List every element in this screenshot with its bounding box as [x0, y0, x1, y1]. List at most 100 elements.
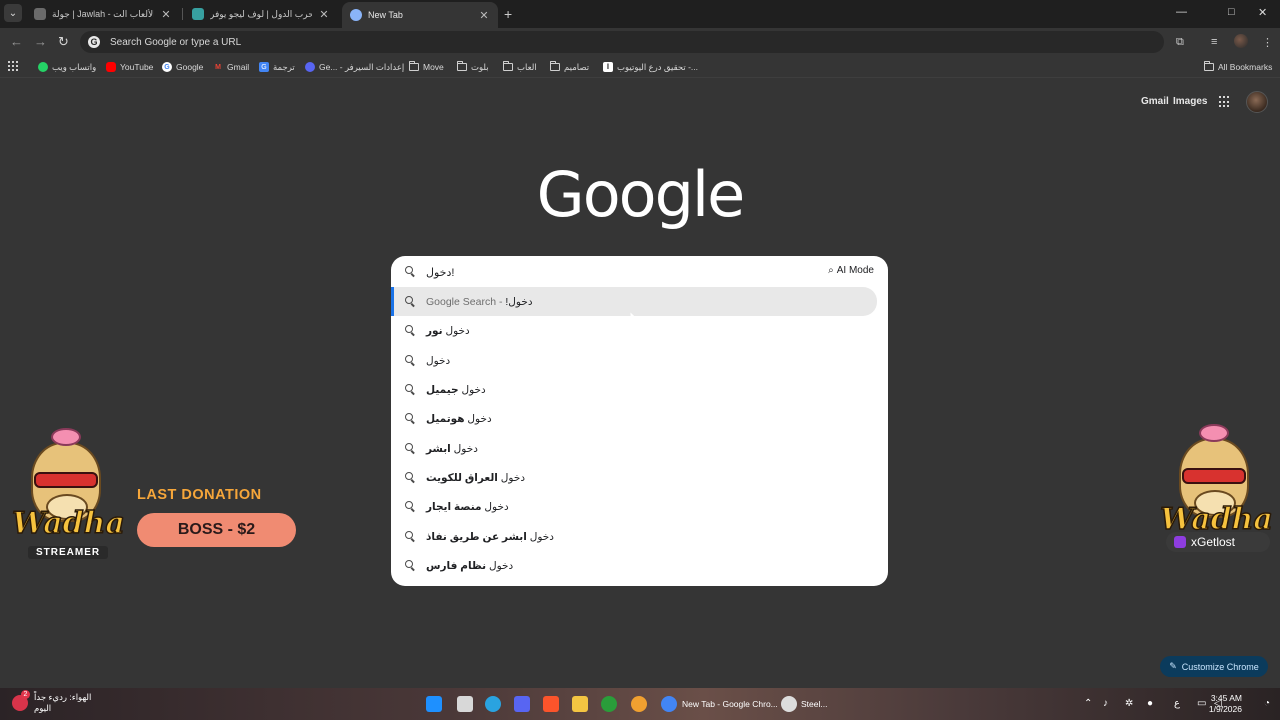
suggestion-text: دخول منصة ايجار: [426, 501, 509, 513]
bookmark-google[interactable]: G Google: [162, 60, 203, 74]
window-close-icon[interactable]: ✕: [1258, 6, 1267, 19]
new-tab-plus-icon[interactable]: +: [504, 6, 512, 22]
bookmark-label: YouTube: [120, 62, 154, 72]
suggestion-item[interactable]: دخول هوتميل: [391, 404, 888, 433]
tab-title: New Tab: [368, 10, 403, 20]
tab-new-tab[interactable]: New Tab ✕: [342, 2, 498, 28]
bookmark-label: تصاميم: [564, 61, 590, 72]
search-icon: [405, 443, 416, 454]
suggestion-bold: هوتميل: [426, 413, 465, 425]
suggestion-item[interactable]: دخول جيميل: [391, 375, 888, 404]
bookmark-discord-settings[interactable]: Ge... - إعدادات السيرفر: [305, 60, 404, 74]
bookmark-label: بلوت: [471, 61, 489, 72]
address-bar[interactable]: G Search Google or type a URL: [80, 31, 1164, 53]
suggestion-bold: ابشر عن طريق نفاذ: [426, 531, 527, 543]
suggestion-item[interactable]: دخول العراق للكويت: [391, 463, 888, 492]
suggestion-prefix: دخول: [464, 413, 492, 425]
language-indicator[interactable]: ع: [1174, 698, 1180, 709]
apps-grid-icon[interactable]: [8, 61, 18, 71]
tray-overflow-chevron-icon[interactable]: ⌃: [1084, 698, 1092, 709]
brave-icon[interactable]: [543, 696, 559, 712]
images-link[interactable]: Images: [1173, 96, 1207, 107]
suggestion-text: دخول! - Google Search: [426, 296, 533, 308]
suggestion-item[interactable]: دخول نظام فارس: [391, 551, 888, 580]
xgetlost-icon: [1174, 536, 1186, 548]
suggestion-item[interactable]: دخول ابشر عن طريق نفاذ: [391, 522, 888, 551]
bookmark-translate[interactable]: G ترجمة: [259, 60, 295, 74]
reload-icon[interactable]: ↻: [58, 34, 69, 50]
suggestion-prefix: دخول: [458, 384, 486, 396]
suggestion-bold: ابشر: [426, 443, 451, 455]
gmail-link[interactable]: Gmail: [1141, 96, 1169, 107]
suggestion-item[interactable]: دخول: [391, 346, 888, 375]
ai-mode-button[interactable]: ⌕ AI Mode: [828, 265, 874, 276]
chrome-icon[interactable]: [661, 696, 677, 712]
extensions-icon[interactable]: ⧉: [1176, 36, 1184, 49]
bookmark-youtube[interactable]: YouTube: [106, 60, 153, 74]
bookmark-folder-baloot[interactable]: بلوت: [457, 60, 489, 74]
bookmark-youtube-shield[interactable]: l تحقيق درع اليوتيوب -...: [603, 60, 698, 74]
google-apps-icon[interactable]: [1219, 96, 1231, 108]
search-icon: [405, 325, 416, 336]
xgetlost-badge: xGetlost: [1166, 532, 1270, 552]
chat-app-icon[interactable]: [631, 696, 647, 712]
search-input[interactable]: دخول! ⌕ AI Mode: [391, 256, 888, 287]
tab-divider: [182, 8, 183, 20]
bookmark-label: All Bookmarks: [1218, 62, 1273, 72]
address-bar-placeholder: Search Google or type a URL: [110, 36, 242, 48]
notifications-bell-icon[interactable]: ◔: [1264, 698, 1270, 709]
account-avatar[interactable]: [1246, 91, 1268, 113]
last-donation-title: LAST DONATION: [137, 487, 262, 503]
close-icon[interactable]: ✕: [160, 8, 172, 21]
steelseries-icon[interactable]: [781, 696, 797, 712]
microphone-icon[interactable]: ●: [1147, 698, 1153, 709]
sunglasses-icon: [34, 472, 98, 488]
suggestion-prefix: دخول: [442, 325, 470, 337]
suggestion-prefix: دخول: [426, 355, 451, 367]
suggestion-prefix: دخول: [486, 560, 514, 572]
settings-gear-icon[interactable]: ✲: [1125, 698, 1133, 709]
tab-search-button[interactable]: ⌄: [4, 4, 22, 22]
right-streamer-logo: Wadha: [1154, 420, 1274, 550]
tab-jawlah[interactable]: جولة | Jawlah - منصة الألعاب الت... ✕: [26, 2, 180, 26]
telegram-icon[interactable]: [485, 696, 501, 712]
bookmark-folder-move[interactable]: Move: [409, 60, 444, 74]
suggestion-item[interactable]: دخول منصة ايجار: [391, 492, 888, 521]
steelseries-taskbar-label[interactable]: Steel...: [801, 699, 827, 709]
bookmark-folder-games[interactable]: العاب: [503, 60, 537, 74]
suggestion-bold: جيميل: [426, 384, 459, 396]
close-icon[interactable]: ✕: [318, 8, 330, 21]
bookmark-label: ترجمة: [273, 61, 295, 72]
back-arrow-icon[interactable]: ←: [10, 34, 23, 49]
task-view-icon[interactable]: [457, 696, 473, 712]
close-icon[interactable]: ✕: [478, 9, 490, 22]
suggestion-text: دخول نظام فارس: [426, 560, 513, 572]
system-clock[interactable]: 3:45 AM 1/9/2026: [1198, 693, 1242, 715]
google-logo: Google: [536, 158, 746, 231]
profile-avatar-small[interactable]: [1234, 34, 1248, 48]
bookmark-gmail[interactable]: M Gmail: [213, 60, 249, 74]
media-controls-icon[interactable]: ≡: [1211, 36, 1217, 48]
customize-chrome-button[interactable]: ✎ Customize Chrome: [1160, 656, 1268, 677]
discord-icon[interactable]: [514, 696, 530, 712]
xbox-icon[interactable]: [601, 696, 617, 712]
search-icon: [405, 560, 416, 571]
suggestion-item[interactable]: دخول ابشر: [391, 434, 888, 463]
volume-icon[interactable]: ♪: [1103, 698, 1108, 709]
forward-arrow-icon[interactable]: →: [34, 34, 47, 49]
chrome-taskbar-label[interactable]: New Tab - Google Chro...: [682, 699, 778, 709]
maximize-icon[interactable]: □: [1228, 6, 1235, 18]
all-bookmarks[interactable]: All Bookmarks: [1204, 60, 1272, 74]
windows-start-icon[interactable]: [426, 696, 442, 712]
translate-icon: G: [259, 62, 269, 72]
suggestion-text: دخول ابشر عن طريق نفاذ: [426, 531, 554, 543]
tab-war-game[interactable]: لعبة حرب الدول | لوف ليجو يوفر... ✕: [184, 2, 338, 26]
bookmark-whatsapp[interactable]: واتساب ويب: [38, 60, 96, 74]
bookmark-folder-designs[interactable]: تصاميم: [550, 60, 589, 74]
suggestion-bold: العراق للكويت: [426, 472, 498, 484]
folder-icon: [457, 61, 467, 71]
menu-kebab-icon[interactable]: ⋮: [1262, 36, 1273, 49]
minimize-icon[interactable]: —: [1176, 6, 1187, 18]
file-explorer-icon[interactable]: [572, 696, 588, 712]
weather-line2: اليوم: [34, 703, 52, 713]
